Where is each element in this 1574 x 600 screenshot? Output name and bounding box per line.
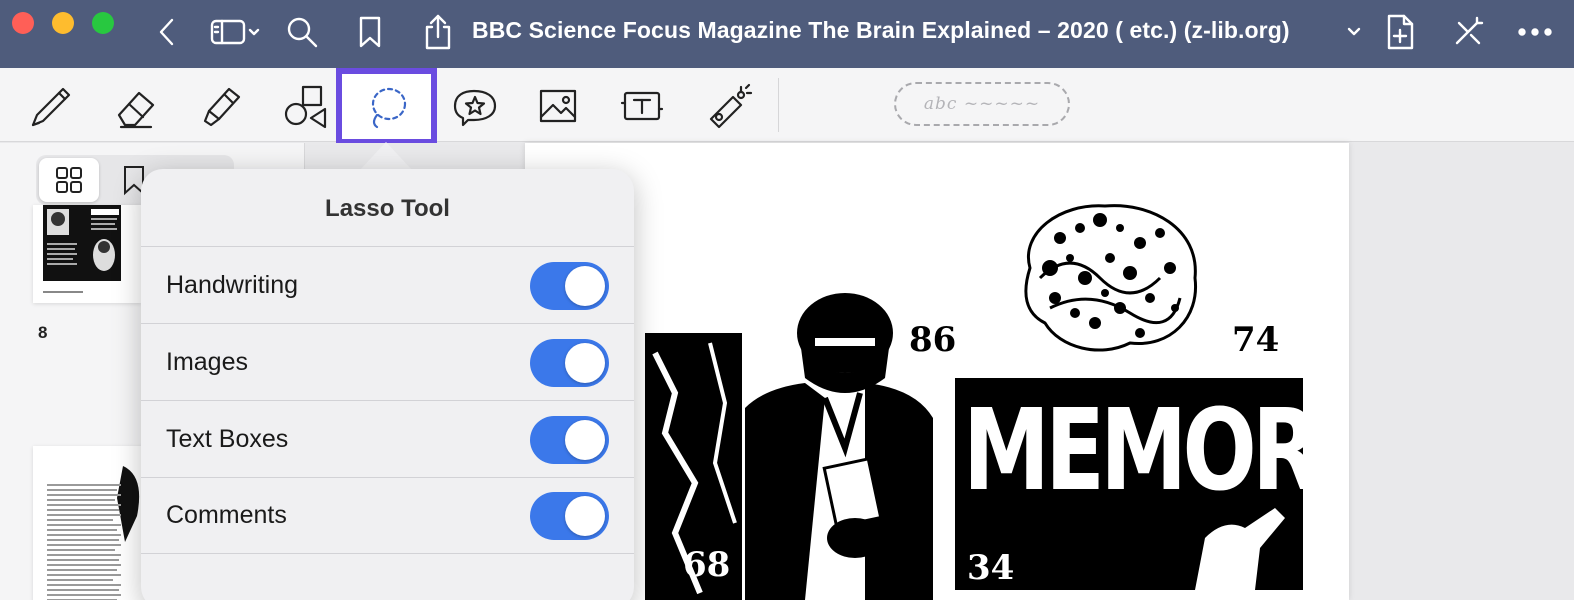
toggle-knob — [565, 496, 605, 536]
laser-pointer-icon[interactable] — [700, 78, 756, 134]
toggle-knob — [565, 266, 605, 306]
page-thumbnail-8[interactable] — [33, 205, 141, 303]
title-bar: BBC Science Focus Magazine The Brain Exp… — [0, 0, 1574, 68]
document-page[interactable]: 86 74 68 MEMORY 34 — [525, 143, 1349, 600]
option-label-comments: Comments — [166, 501, 287, 529]
handwriting-toggle[interactable] — [530, 262, 609, 310]
collage-hand-figure — [1195, 508, 1285, 590]
memory-headline: MEMORY — [963, 386, 1303, 516]
page-thumbnail-9[interactable] — [33, 446, 153, 600]
handwriting-input[interactable]: abc ~~~~~ — [894, 82, 1070, 126]
back-icon[interactable] — [150, 12, 184, 52]
magic-pen-icon[interactable] — [1450, 12, 1486, 52]
option-row-comments: Comments — [141, 477, 634, 554]
lasso-tool-button[interactable] — [336, 68, 437, 145]
figure-number-34: 34 — [967, 548, 1015, 588]
toggle-knob — [565, 343, 605, 383]
eraser-icon[interactable] — [106, 78, 162, 134]
popover-arrow — [360, 142, 412, 170]
sticker-icon[interactable] — [446, 78, 502, 134]
toolbar-divider — [778, 78, 779, 132]
row-divider — [141, 553, 634, 554]
option-row-text-boxes: Text Boxes — [141, 401, 634, 478]
more-options-icon[interactable] — [1516, 12, 1554, 52]
option-row-images: Images — [141, 324, 634, 401]
lasso-icon — [371, 87, 406, 128]
text-boxes-toggle[interactable] — [530, 416, 609, 464]
figure-number-86: 86 — [909, 320, 957, 360]
toggle-knob — [565, 420, 605, 460]
highlighter-icon[interactable] — [192, 78, 248, 134]
document-title[interactable]: BBC Science Focus Magazine The Brain Exp… — [472, 17, 1290, 44]
annotation-toolbar: abc ~~~~~ — [0, 68, 1574, 145]
zoom-window-button[interactable] — [92, 12, 114, 34]
chevron-down-icon[interactable] — [1344, 12, 1364, 52]
sidebar-toggle-icon[interactable] — [208, 12, 262, 52]
search-icon[interactable] — [284, 12, 320, 52]
text-box-icon[interactable] — [614, 78, 670, 134]
close-window-button[interactable] — [12, 12, 34, 34]
option-label-handwriting: Handwriting — [166, 271, 299, 299]
minimize-window-button[interactable] — [52, 12, 74, 34]
page-number-label: 8 — [38, 323, 48, 342]
lasso-tool-popover: Lasso Tool Handwriting Images Text Boxes… — [141, 169, 634, 600]
option-label-text-boxes: Text Boxes — [166, 425, 289, 453]
image-icon[interactable] — [530, 78, 586, 134]
comments-toggle[interactable] — [530, 492, 609, 540]
popover-title: Lasso Tool — [325, 195, 450, 222]
figure-number-74: 74 — [1232, 320, 1280, 360]
memory-panel: MEMORY 34 — [955, 378, 1303, 590]
shapes-icon[interactable] — [276, 78, 332, 134]
thumbnails-grid-icon[interactable] — [39, 158, 99, 202]
collage-photo-person — [745, 293, 933, 600]
figure-number-68: 68 — [683, 545, 731, 585]
option-label-images: Images — [166, 348, 248, 376]
add-page-icon[interactable] — [1382, 12, 1418, 52]
images-toggle[interactable] — [530, 339, 609, 387]
pen-icon[interactable] — [22, 78, 78, 134]
brain-illustration — [1024, 204, 1198, 352]
bookmark-icon[interactable] — [354, 12, 386, 52]
share-icon[interactable] — [420, 12, 456, 52]
option-row-handwriting: Handwriting — [141, 247, 634, 324]
